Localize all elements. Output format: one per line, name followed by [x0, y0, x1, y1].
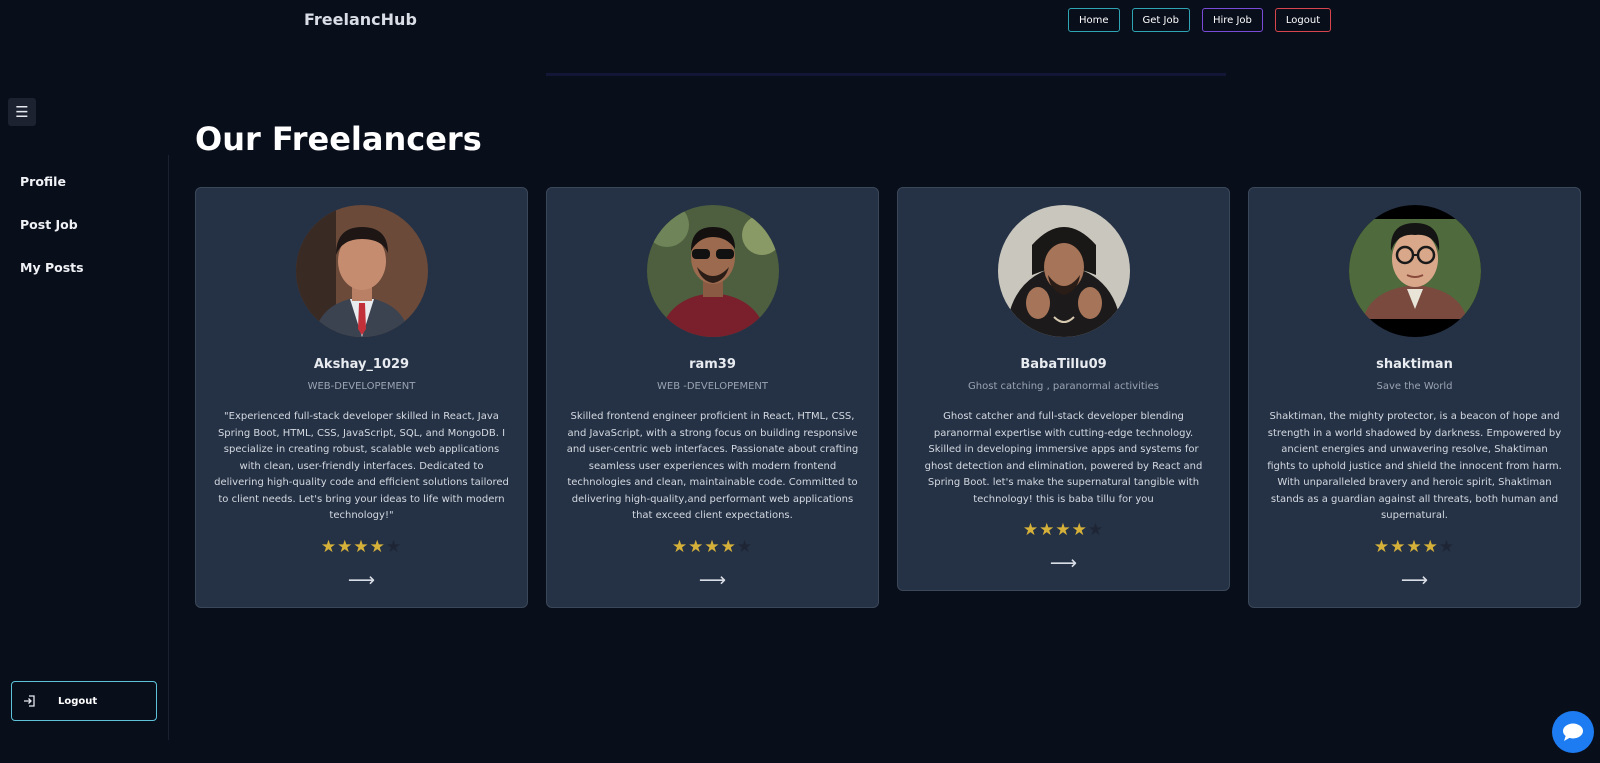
star-icon: ★	[720, 536, 737, 557]
chat-bubble-icon	[1563, 723, 1583, 741]
freelancer-name: ram39	[689, 357, 736, 372]
sidebar-logout-button[interactable]: Logout	[11, 681, 157, 721]
freelancer-name: shaktiman	[1376, 357, 1453, 372]
freelancer-description: Shaktiman, the mighty protector, is a be…	[1267, 411, 1562, 521]
header-divider	[546, 73, 1226, 76]
freelancer-card: shaktiman Save the World Shaktiman, the …	[1248, 187, 1581, 608]
star-icon: ★	[1406, 536, 1423, 557]
freelancer-name: BabaTillu09	[1020, 357, 1107, 372]
star-icon: ★	[671, 536, 689, 557]
arrow-right-icon[interactable]: ⟶	[1263, 569, 1566, 591]
hamburger-icon: ☰	[15, 103, 29, 121]
nav-hire-job-button[interactable]: Hire Job	[1201, 8, 1263, 32]
arrow-right-icon[interactable]: ⟶	[912, 552, 1215, 574]
sidebar-logout-label: Logout	[58, 695, 98, 707]
sidebar-item-post-job[interactable]: Post Job	[20, 217, 78, 232]
star-rating: ★★★★★	[912, 520, 1215, 540]
freelancer-card: Akshay_1029 WEB-DEVELOPEMENT "Experience…	[195, 187, 528, 608]
freelancer-card: BabaTillu09 Ghost catching , paranormal …	[897, 187, 1230, 591]
star-icon: ★	[704, 536, 721, 557]
freelancer-role: WEB -DEVELOPEMENT	[656, 381, 768, 392]
freelancer-name: Akshay_1029	[313, 357, 410, 372]
chat-button[interactable]	[1552, 711, 1594, 753]
star-icon: ★	[1055, 520, 1072, 540]
freelancer-role: Ghost catching , paranormal activities	[968, 381, 1159, 392]
star-icon: ★	[688, 536, 705, 557]
avatar	[646, 205, 779, 337]
nav-get-job-button[interactable]: Get Job	[1131, 8, 1190, 32]
avatar	[997, 205, 1130, 337]
sidebar-item-profile[interactable]: Profile	[20, 174, 66, 189]
star-empty-icon: ★	[736, 536, 754, 557]
top-nav: Home Get Job Hire Job Logout	[1068, 8, 1332, 32]
brand-logo-text[interactable]: FreelancHub	[304, 10, 417, 29]
freelancer-description: Ghost catcher and full-stack developer b…	[924, 411, 1203, 505]
star-empty-icon: ★	[385, 536, 403, 557]
nav-logout-button[interactable]: Logout	[1274, 8, 1332, 32]
arrow-right-icon[interactable]: ⟶	[561, 569, 864, 591]
freelancer-description: "Experienced full-stack developer skille…	[214, 411, 509, 521]
arrow-right-icon[interactable]: ⟶	[210, 569, 513, 591]
star-icon: ★	[337, 536, 354, 557]
star-empty-icon: ★	[1087, 520, 1105, 540]
star-icon: ★	[353, 536, 370, 557]
star-rating: ★★★★★	[1263, 537, 1566, 557]
freelancer-card: ram39 WEB -DEVELOPEMENT Skilled frontend…	[546, 187, 879, 608]
freelancer-role: WEB-DEVELOPEMENT	[307, 381, 416, 392]
menu-toggle-button[interactable]: ☰	[8, 98, 36, 126]
page-title: Our Freelancers	[195, 120, 482, 158]
nav-home-button[interactable]: Home	[1068, 8, 1120, 32]
star-icon: ★	[1422, 536, 1439, 557]
star-icon: ★	[1039, 520, 1056, 540]
sidebar-item-my-posts[interactable]: My Posts	[20, 260, 84, 275]
star-rating: ★★★★★	[210, 537, 513, 557]
sidebar-divider	[168, 155, 169, 740]
star-icon: ★	[1390, 536, 1407, 557]
star-icon: ★	[320, 536, 338, 557]
star-empty-icon: ★	[1438, 536, 1456, 557]
freelancer-card-list: Akshay_1029 WEB-DEVELOPEMENT "Experience…	[195, 187, 1581, 608]
star-icon: ★	[1373, 536, 1391, 557]
avatar	[1348, 205, 1481, 337]
star-icon: ★	[1071, 520, 1088, 540]
freelancer-role: Save the World	[1376, 381, 1453, 392]
star-icon: ★	[1022, 520, 1040, 540]
freelancer-description: Skilled frontend engineer proficient in …	[566, 411, 859, 521]
star-icon: ★	[369, 536, 386, 557]
avatar	[295, 205, 428, 337]
logout-icon	[24, 695, 35, 707]
star-rating: ★★★★★	[561, 537, 864, 557]
